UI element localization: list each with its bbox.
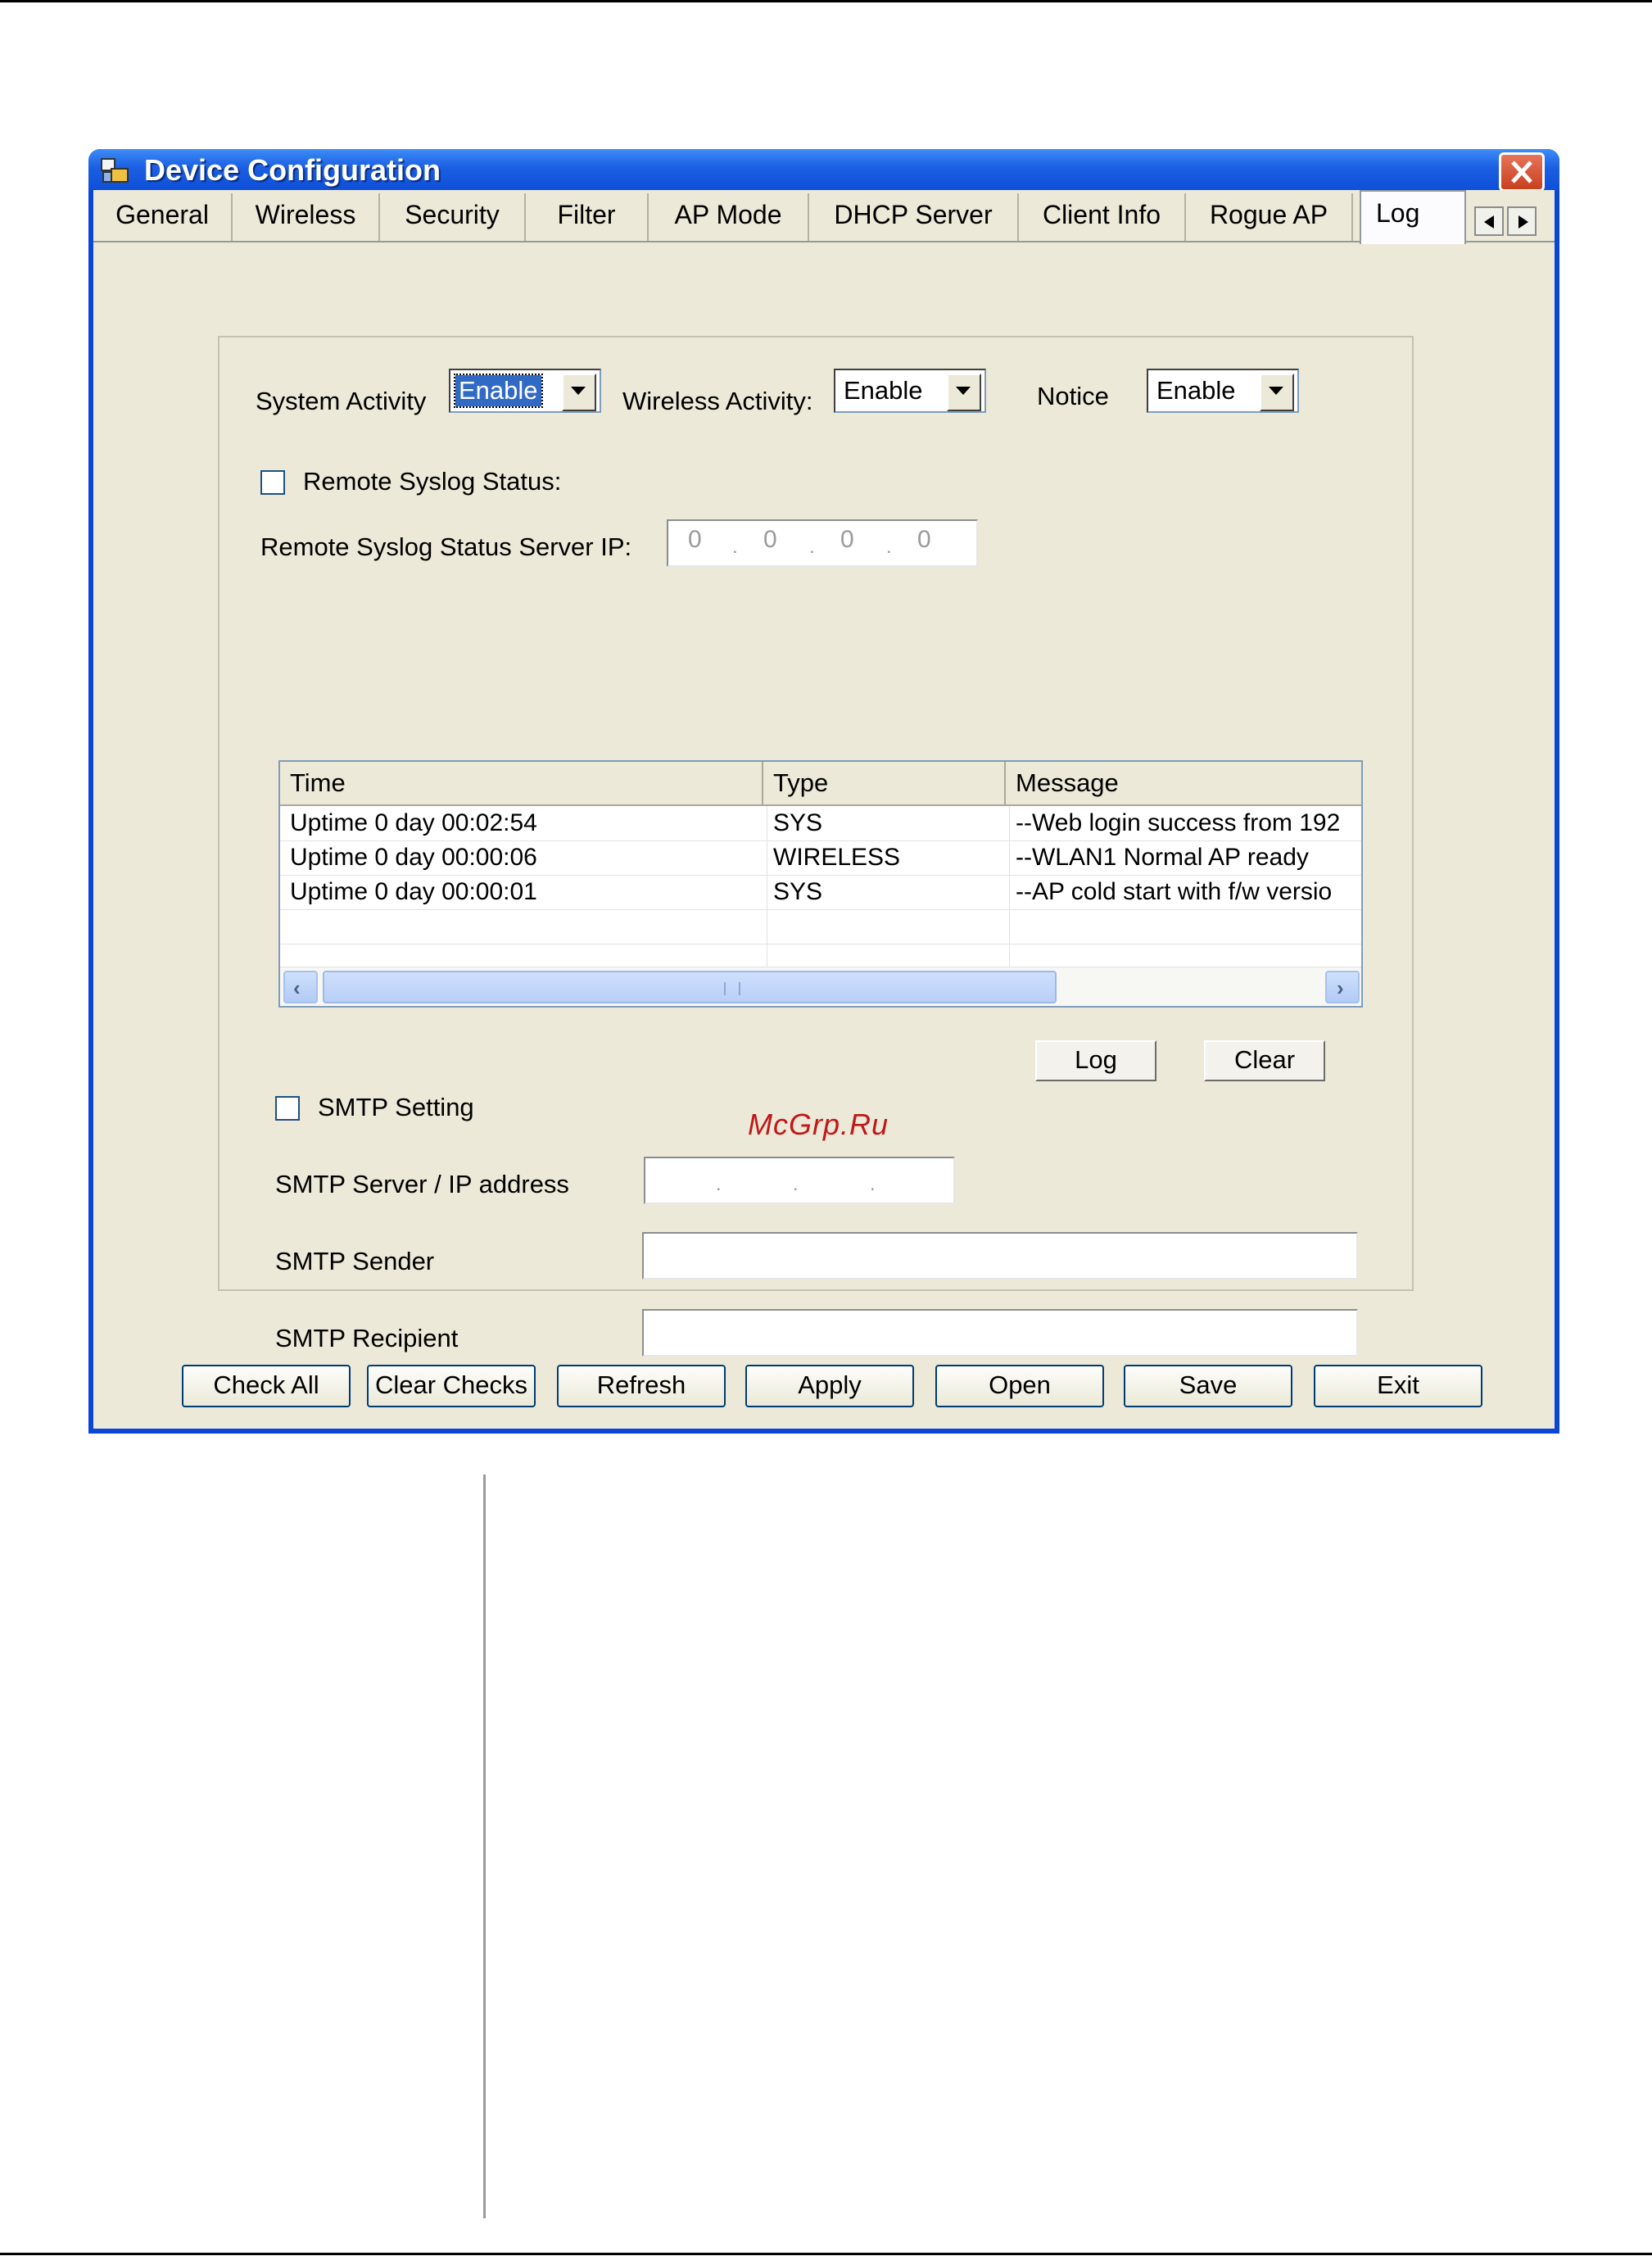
remote-syslog-server-ip-input[interactable]: 0 . 0 . 0 . 0 bbox=[667, 519, 978, 567]
exit-button[interactable]: Exit bbox=[1314, 1365, 1482, 1407]
tab-filter[interactable]: Filter bbox=[526, 193, 649, 241]
column-header-type[interactable]: Type bbox=[763, 762, 1006, 806]
ip-dot: . bbox=[886, 536, 892, 558]
row-divider bbox=[280, 944, 1361, 945]
arrow-left-icon bbox=[1484, 215, 1494, 229]
notice-value: Enable bbox=[1156, 376, 1236, 405]
apply-button[interactable]: Apply bbox=[745, 1365, 914, 1407]
ip-dot: . bbox=[793, 1173, 799, 1195]
device-configuration-window: Device Configuration General Wireless Se… bbox=[88, 149, 1559, 1434]
ip-dot: . bbox=[870, 1173, 876, 1195]
app-icon bbox=[100, 157, 131, 185]
table-row[interactable]: Uptime 0 day 00:00:06 WIRELESS --WLAN1 N… bbox=[280, 842, 1361, 877]
ip-octet-1: 0 bbox=[688, 526, 702, 553]
grip-icon bbox=[724, 982, 740, 995]
wireless-activity-value: Enable bbox=[844, 376, 923, 405]
remote-syslog-checkbox[interactable] bbox=[260, 470, 285, 495]
log-button[interactable]: Log bbox=[1035, 1040, 1156, 1081]
ip-dot: . bbox=[716, 1173, 722, 1195]
wireless-activity-label: Wireless Activity: bbox=[622, 387, 813, 415]
tab-wireless[interactable]: Wireless bbox=[233, 193, 380, 241]
window-client-area: General Wireless Security Filter AP Mode… bbox=[93, 190, 1555, 1429]
chevron-down-icon[interactable] bbox=[1260, 374, 1294, 411]
cell-type: SYS bbox=[773, 878, 823, 905]
smtp-setting-checkbox[interactable] bbox=[275, 1096, 300, 1121]
save-button[interactable]: Save bbox=[1124, 1365, 1292, 1407]
refresh-button[interactable]: Refresh bbox=[557, 1365, 726, 1407]
system-activity-label: System Activity bbox=[256, 387, 427, 415]
open-button[interactable]: Open bbox=[935, 1365, 1104, 1407]
page-top-rule bbox=[0, 0, 1652, 2]
page-vertical-rule bbox=[483, 1475, 486, 2218]
page-bottom-rule bbox=[0, 2253, 1652, 2255]
tab-client-info[interactable]: Client Info bbox=[1019, 193, 1186, 241]
title-bar[interactable]: Device Configuration bbox=[88, 149, 1559, 192]
tab-strip-border bbox=[93, 241, 1555, 242]
chevron-right-icon: › bbox=[1337, 976, 1344, 1000]
scroll-right-button[interactable]: › bbox=[1325, 971, 1360, 1003]
notice-select[interactable]: Enable bbox=[1147, 369, 1299, 413]
cell-time: Uptime 0 day 00:00:06 bbox=[290, 844, 537, 871]
clear-button[interactable]: Clear bbox=[1204, 1040, 1325, 1081]
window-title: Device Configuration bbox=[144, 153, 441, 187]
chevron-down-icon[interactable] bbox=[562, 374, 596, 411]
smtp-server-label: SMTP Server / IP address bbox=[275, 1170, 569, 1198]
close-icon bbox=[1511, 161, 1532, 183]
ip-octet-3: 0 bbox=[840, 526, 854, 553]
tab-scroll-left-button[interactable] bbox=[1474, 206, 1504, 236]
smtp-server-ip-input[interactable]: . . . bbox=[644, 1157, 955, 1204]
smtp-sender-label: SMTP Sender bbox=[275, 1247, 435, 1275]
cell-time: Uptime 0 day 00:00:01 bbox=[290, 878, 537, 905]
smtp-setting-label: SMTP Setting bbox=[318, 1093, 474, 1121]
tab-ap-mode[interactable]: AP Mode bbox=[649, 193, 809, 241]
tab-general[interactable]: General bbox=[93, 193, 233, 241]
cell-message: --AP cold start with f/w versio bbox=[1016, 878, 1333, 905]
ip-dot: . bbox=[732, 536, 738, 558]
scrollbar-thumb[interactable] bbox=[323, 971, 1057, 1003]
cell-message: --WLAN1 Normal AP ready bbox=[1016, 844, 1309, 871]
chevron-down-icon[interactable] bbox=[947, 374, 981, 411]
smtp-recipient-label: SMTP Recipient bbox=[275, 1324, 459, 1352]
remote-syslog-label: Remote Syslog Status: bbox=[303, 467, 562, 496]
notice-label: Notice bbox=[1037, 382, 1109, 410]
column-header-message[interactable]: Message bbox=[1006, 762, 1361, 806]
arrow-right-icon bbox=[1518, 215, 1528, 229]
tab-security[interactable]: Security bbox=[380, 193, 526, 241]
smtp-recipient-input[interactable] bbox=[642, 1309, 1358, 1357]
ip-octet-4: 0 bbox=[917, 526, 931, 553]
watermark: McGrp.Ru bbox=[748, 1108, 889, 1141]
tab-dhcp-server[interactable]: DHCP Server bbox=[809, 193, 1019, 241]
tab-rogue-ap[interactable]: Rogue AP bbox=[1186, 193, 1353, 241]
close-button[interactable] bbox=[1499, 152, 1545, 192]
tab-log[interactable]: Log bbox=[1360, 190, 1466, 244]
table-row[interactable]: Uptime 0 day 00:02:54 SYS --Web login su… bbox=[280, 808, 1361, 842]
table-row[interactable]: Uptime 0 day 00:00:01 SYS --AP cold star… bbox=[280, 877, 1361, 911]
cell-time: Uptime 0 day 00:02:54 bbox=[290, 809, 537, 836]
tab-strip: General Wireless Security Filter AP Mode… bbox=[93, 190, 1555, 244]
system-activity-select[interactable]: Enable bbox=[449, 369, 601, 413]
chevron-left-icon: ‹ bbox=[293, 976, 301, 1000]
wireless-activity-select[interactable]: Enable bbox=[834, 369, 986, 413]
cell-type: SYS bbox=[773, 809, 823, 836]
scroll-left-button[interactable]: ‹ bbox=[283, 971, 318, 1003]
column-header-time[interactable]: Time bbox=[280, 762, 763, 806]
ip-dot: . bbox=[809, 536, 815, 558]
cell-type: WIRELESS bbox=[773, 844, 901, 871]
log-list-view[interactable]: Time Type Message Uptime 0 day 00:02:54 … bbox=[278, 760, 1363, 1008]
remote-syslog-server-ip-label: Remote Syslog Status Server IP: bbox=[260, 532, 632, 561]
cell-message: --Web login success from 192 bbox=[1016, 809, 1341, 836]
ip-octet-2: 0 bbox=[763, 526, 777, 553]
system-activity-value: Enable bbox=[454, 374, 543, 408]
clear-checks-button[interactable]: Clear Checks bbox=[367, 1365, 536, 1407]
smtp-sender-input[interactable] bbox=[642, 1232, 1358, 1280]
check-all-button[interactable]: Check All bbox=[182, 1365, 351, 1407]
tab-scroll-right-button[interactable] bbox=[1507, 206, 1537, 236]
horizontal-scrollbar[interactable]: ‹ › bbox=[280, 967, 1361, 1006]
